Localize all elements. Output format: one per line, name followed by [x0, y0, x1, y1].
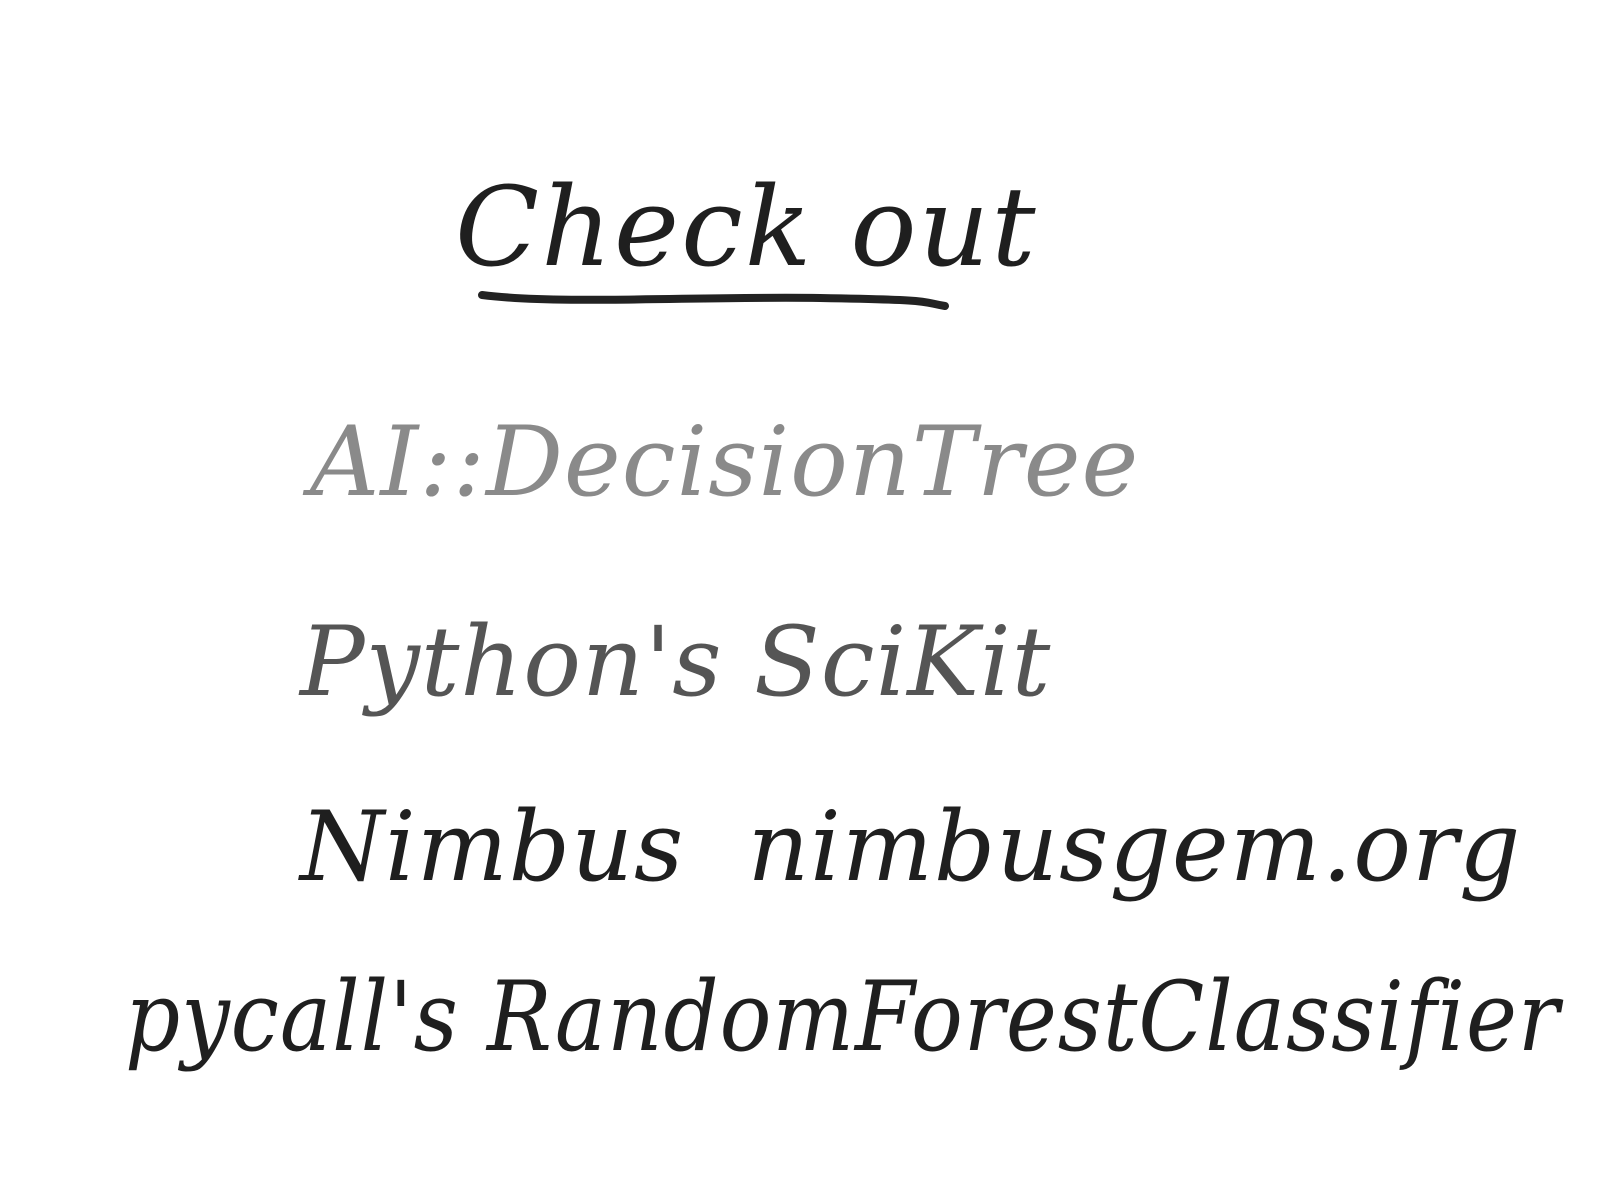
note-line-2: Python's SciKit — [298, 606, 1051, 718]
whiteboard-canvas: Check out AI::DecisionTree Python's SciK… — [125, 163, 1564, 1073]
note-line-4: pycall's RandomForestClassifier — [125, 961, 1564, 1073]
note-line-1: AI::DecisionTree — [302, 406, 1139, 518]
note-line-3: Nimbus nimbusgem.org — [298, 791, 1521, 903]
note-title: Check out — [455, 163, 1038, 291]
title-underline — [478, 291, 949, 310]
